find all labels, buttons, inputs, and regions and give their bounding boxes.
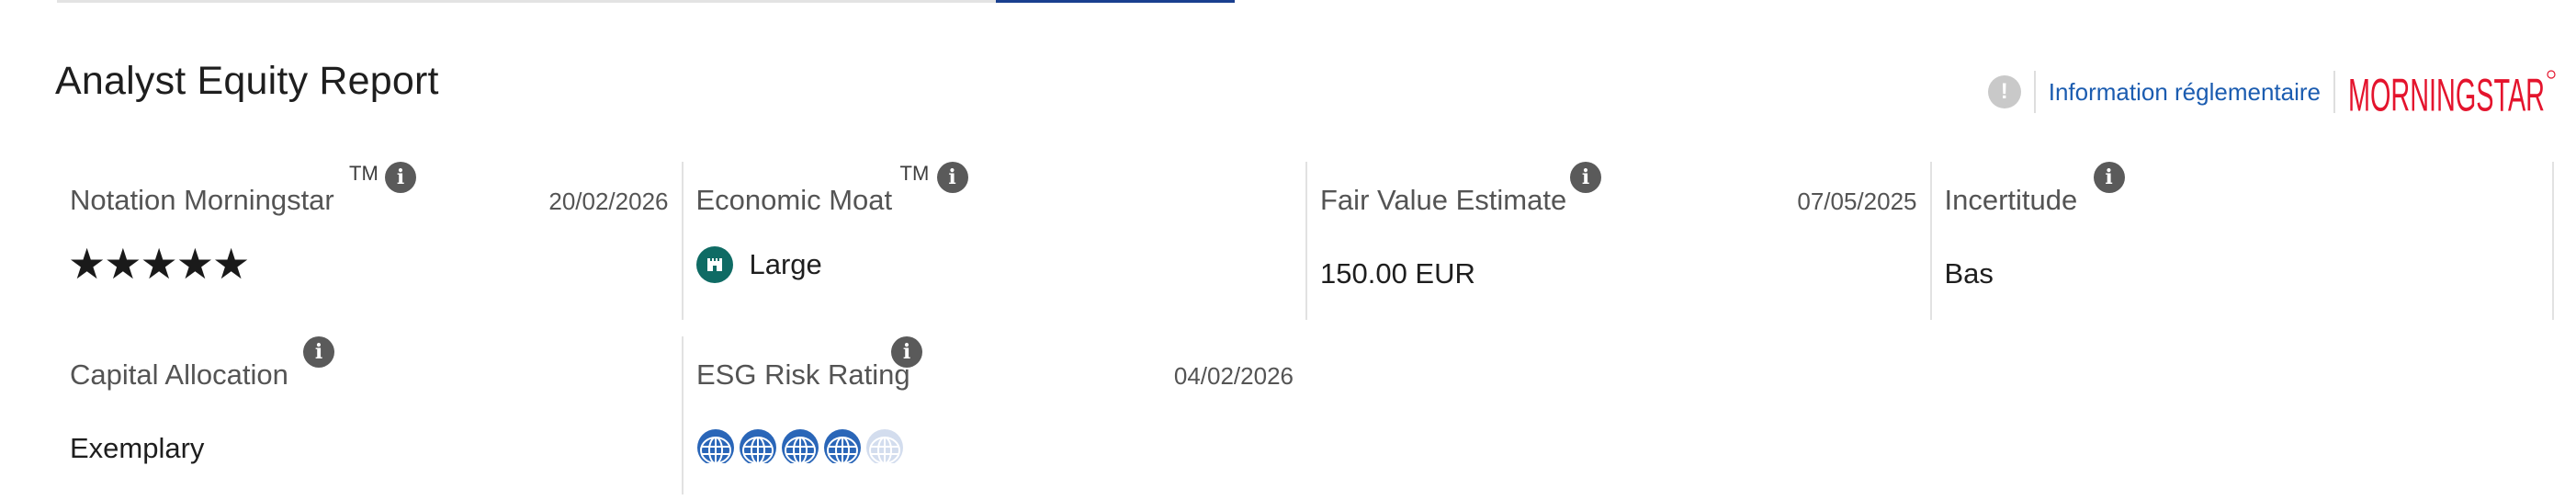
info-icon[interactable]: i bbox=[1570, 162, 1601, 193]
uncertainty-value: Bas bbox=[1944, 257, 1994, 290]
regulatory-info-link[interactable]: Information réglementaire bbox=[2049, 78, 2321, 107]
globe-icon bbox=[696, 429, 735, 467]
info-icon[interactable]: i bbox=[891, 336, 922, 368]
star-icon: ★ bbox=[175, 240, 214, 288]
info-icon[interactable]: i bbox=[2093, 162, 2125, 193]
fair-value-amount: 150.00 EUR bbox=[1320, 257, 1475, 290]
moat-label: Economic Moat bbox=[695, 184, 893, 216]
divider bbox=[2033, 71, 2036, 113]
report-row-1: Notation Morningstar TM i 20/02/2026 ★ ★… bbox=[57, 162, 2554, 320]
star-icon: ★ bbox=[104, 240, 142, 288]
exclamation-icon[interactable]: ! bbox=[1987, 75, 2021, 108]
globe-icon bbox=[781, 429, 819, 467]
equity-report-grid: Notation Morningstar TM i 20/02/2026 ★ ★… bbox=[57, 162, 2554, 494]
fair-value-label: Fair Value Estimate bbox=[1320, 184, 1567, 216]
trademark-mark: TM bbox=[349, 162, 378, 185]
star-icon: ★ bbox=[140, 240, 178, 288]
economic-moat-card: Economic Moat TM i Large bbox=[681, 162, 1306, 320]
rating-label: Notation Morningstar bbox=[70, 184, 334, 216]
moat-value: Large bbox=[695, 246, 822, 283]
header-actions: ! Information réglementaire MORNINGSTAR bbox=[1987, 66, 2556, 118]
info-icon[interactable]: i bbox=[385, 162, 416, 193]
esg-date: 04/02/2026 bbox=[1173, 362, 1294, 390]
capital-allocation-value: Exemplary bbox=[70, 432, 205, 464]
globe-icon-empty bbox=[865, 429, 904, 467]
star-rating: ★ ★ ★ ★ ★ bbox=[68, 240, 251, 288]
uncertainty-card: Incertitude i Bas bbox=[1929, 162, 2554, 320]
capital-allocation-label: Capital Allocation bbox=[70, 358, 288, 391]
capital-allocation-card: Capital Allocation i Exemplary bbox=[57, 336, 682, 494]
esg-risk-card: ESG Risk Rating i 04/02/2026 bbox=[682, 336, 1306, 494]
uncertainty-label: Incertitude bbox=[1944, 184, 2078, 216]
esg-globe-rating bbox=[696, 428, 908, 467]
trademark-mark: TM bbox=[899, 162, 930, 185]
star-icon: ★ bbox=[68, 240, 107, 288]
report-row-2: Capital Allocation i Exemplary ESG Risk … bbox=[57, 336, 2554, 494]
fair-value-card: Fair Value Estimate i 07/05/2025 150.00 … bbox=[1305, 162, 1930, 320]
rating-card: Notation Morningstar TM i 20/02/2026 ★ ★… bbox=[57, 162, 682, 320]
logo-text: MORNINGSTAR bbox=[2348, 69, 2545, 118]
morningstar-logo: MORNINGSTAR bbox=[2348, 69, 2556, 118]
moat-value-label: Large bbox=[749, 248, 822, 280]
castle-icon bbox=[695, 246, 733, 283]
star-icon: ★ bbox=[212, 240, 251, 288]
divider bbox=[2333, 71, 2335, 113]
esg-label: ESG Risk Rating bbox=[696, 358, 910, 391]
active-tab-underline bbox=[996, 0, 1235, 3]
fair-value-date: 07/05/2025 bbox=[1797, 188, 1917, 215]
globe-icon bbox=[739, 429, 777, 467]
page-title: Analyst Equity Report bbox=[55, 59, 439, 103]
globe-icon bbox=[823, 429, 862, 467]
top-divider bbox=[57, 0, 996, 3]
info-icon[interactable]: i bbox=[936, 162, 968, 193]
rating-date: 20/02/2026 bbox=[548, 188, 669, 215]
info-icon[interactable]: i bbox=[303, 336, 334, 368]
